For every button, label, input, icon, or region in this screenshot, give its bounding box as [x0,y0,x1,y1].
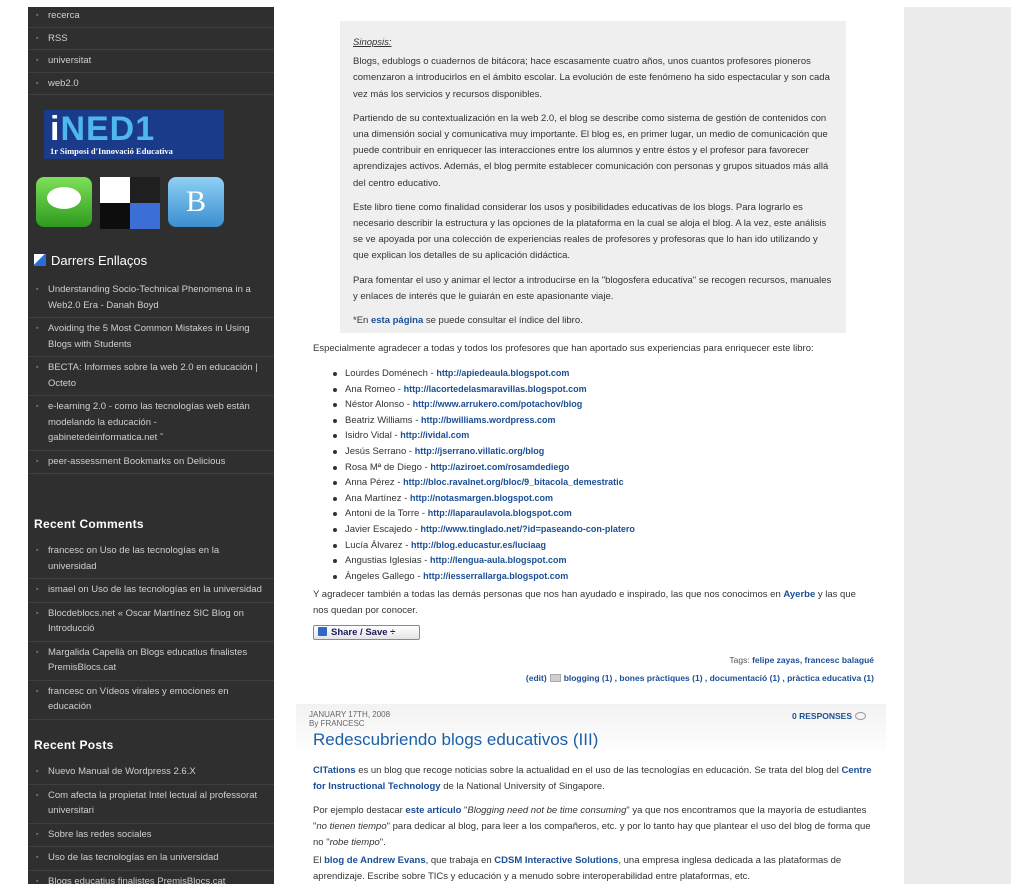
blogger-icon[interactable]: B [168,177,224,227]
list-item[interactable]: BECTA: Informes sobre la web 2.0 en educ… [28,357,274,396]
list-item[interactable]: Avoiding the 5 Most Common Mistakes in U… [28,318,274,357]
recent-comments-heading: Recent Comments [34,517,144,531]
category-link[interactable]: RSS [28,28,274,50]
sidebar: recerca RSS universitat web2.0 iNED1 1r … [28,7,274,884]
list-item: Javier Escajedo - http://www.tinglado.ne… [333,522,893,538]
contributor-link[interactable]: http://bwilliams.wordpress.com [421,415,556,425]
tag-links[interactable]: felipe zayas, francesc balagué [752,655,874,665]
contributor-link[interactable]: http://www.tinglado.net/?id=paseando-con… [421,524,635,534]
chat-bubble-icon[interactable] [36,177,92,227]
share-icon [318,627,327,636]
list-item: Beatriz Williams - http://bwilliams.word… [333,413,893,429]
synopsis-paragraph: Para fomentar el uso y animar el lector … [353,274,832,302]
index-link[interactable]: esta página [371,315,423,326]
ined1-logo-title: iNED1 [50,110,156,148]
contributor-link[interactable]: http://iesserrallarga.blogspot.com [423,571,568,581]
delicious-small-icon [34,254,46,266]
recent-posts-list: Nuevo Manual de Wordpress 2.6.X Com afec… [28,761,274,884]
category-links[interactable]: blogging (1) , bones pràctiques (1) , do… [564,673,874,683]
cdsm-link[interactable]: CDSM Interactive Solutions [494,855,618,866]
list-item[interactable]: Blogs educatius finalistes PremisBlocs.c… [28,871,274,884]
category-links: recerca RSS universitat web2.0 [28,7,274,95]
share-save-button[interactable]: Share / Save ÷ [313,625,420,640]
citations-link[interactable]: CITations [313,765,356,776]
list-item[interactable]: ismael on Uso de las tecnologías en la u… [28,579,274,603]
list-item: Isidro Vidal - http://ividal.com [333,428,893,444]
contributor-link[interactable]: http://laparaulavola.blogspot.com [428,508,572,518]
contributor-link[interactable]: http://notasmargen.blogspot.com [410,493,553,503]
list-item[interactable]: francesc on Vídeos virales y emociones e… [28,681,274,720]
contributor-link[interactable]: http://blog.educastur.es/luciaag [411,540,546,550]
article-link[interactable]: este artículo [405,805,461,816]
list-item: Ana Martínez - http://notasmargen.blogsp… [333,491,893,507]
ined1-logo[interactable]: iNED1 1r Simposi d'Innovació Educativa [44,110,224,159]
list-item: Angustias Iglesias - http://lengua-aula.… [333,553,893,569]
thanks-all-text: Y agradecer también a todas las demás pe… [313,589,856,616]
post-tags: Tags: felipe zayas, francesc balagué [729,655,874,665]
post-title[interactable]: Redescubriendo blogs educativos (III) [313,730,598,750]
delicious-icon[interactable] [100,177,160,229]
post-date: JANUARY 17TH, 2008 By FRANCESC [309,710,391,728]
list-item: Néstor Alonso - http://www.arrukero.com/… [333,397,893,413]
list-item[interactable]: francesc on Uso de las tecnologías en la… [28,540,274,579]
andrew-evans-link[interactable]: blog de Andrew Evans [324,855,426,866]
list-item: Ángeles Gallego - http://iesserrallarga.… [333,569,893,585]
contributor-link[interactable]: http://lacortedelasmaravillas.blogspot.c… [404,384,587,394]
recent-posts-heading: Recent Posts [34,738,114,752]
post-paragraph: El blog de Andrew Evans, que trabaja en … [313,855,842,882]
list-item[interactable]: Blocdeblocs.net « Oscar Martínez SIC Blo… [28,603,274,642]
synopsis-paragraph: Este libro tiene como finalidad consider… [353,201,827,262]
comment-bubble-icon [855,712,866,720]
list-item: Jesús Serrano - http://jserrano.villatic… [333,444,893,460]
list-item: Lucía Álvarez - http://blog.educastur.es… [333,538,893,554]
synopsis-paragraph: *En esta página se puede consultar el ín… [353,315,583,327]
list-item: Rosa Mª de Diego - http://aziroet.com/ro… [333,460,893,476]
ayerbe-link[interactable]: Ayerbe [783,589,815,600]
responses-link[interactable]: 0 RESPONSES [792,711,866,721]
list-item[interactable]: Nuevo Manual de Wordpress 2.6.X [28,761,274,785]
links-heading: Darrers Enllaços [34,253,147,268]
list-item[interactable]: Com afecta la propietat Intel lectual al… [28,785,274,824]
contributor-link[interactable]: http://bloc.ravalnet.org/bloc/9_bitacola… [403,477,624,487]
recent-links-list: Understanding Socio-Technical Phenomena … [28,279,274,474]
synopsis-paragraph: Blogs, edublogs o cuadernos de bitácora;… [353,56,830,100]
category-link[interactable]: web2.0 [28,73,274,95]
recent-comments-list: francesc on Uso de las tecnologías en la… [28,540,274,720]
contributor-link[interactable]: http://www.arrukero.com/potachov/blog [413,399,583,409]
contributor-link[interactable]: http://lengua-aula.blogspot.com [430,555,567,565]
list-item[interactable]: peer-assessment Bookmarks on Delicious [28,451,274,474]
synopsis-paragraph: Partiendo de su contextualización en la … [353,112,829,189]
list-item[interactable]: Sobre las redes sociales [28,824,274,847]
category-link[interactable]: recerca [28,7,274,28]
list-item: Ana Romeo - http://lacortedelasmaravilla… [333,382,893,398]
edit-link[interactable]: (edit) [526,673,547,683]
list-item[interactable]: Margalida Capellà on Blogs educatius fin… [28,642,274,681]
list-item[interactable]: e-learning 2.0 - como las tecnologías we… [28,396,274,451]
category-link[interactable]: universitat [28,50,274,73]
list-item: Anna Pérez - http://bloc.ravalnet.org/bl… [333,475,893,491]
ined1-logo-subtitle: 1r Simposi d'Innovació Educativa [50,146,173,156]
contributor-link[interactable]: http://apiedeaula.blogspot.com [436,368,569,378]
contributors-list: Lourdes Doménech - http://apiedeaula.blo… [333,366,893,584]
right-column [904,7,1011,884]
synopsis-title: Sinopsis: [353,37,392,48]
synopsis-box: Sinopsis: Blogs, edublogs o cuadernos de… [340,21,846,333]
contributor-link[interactable]: http://jserrano.villatic.org/blog [415,446,545,456]
contributor-link[interactable]: http://ividal.com [400,430,469,440]
contributor-link[interactable]: http://aziroet.com/rosamdediego [430,462,569,472]
folder-icon [549,674,561,682]
post-paragraph: CITations es un blog que recoge noticias… [313,765,872,792]
post-author: By FRANCESC [309,719,365,728]
list-item: Lourdes Doménech - http://apiedeaula.blo… [333,366,893,382]
post-paragraph: Por ejemplo destacar este artículo "Blog… [313,805,871,848]
list-item: Antoni de la Torre - http://laparaulavol… [333,506,893,522]
main-content: Sinopsis: Blogs, edublogs o cuadernos de… [296,0,896,884]
list-item[interactable]: Understanding Socio-Technical Phenomena … [28,279,274,318]
thanks-intro-text: Especialmente agradecer a todas y todos … [313,343,814,354]
list-item[interactable]: Uso de las tecnologías en la universidad [28,847,274,871]
post-categories: (edit) blogging (1) , bones pràctiques (1… [526,673,874,683]
